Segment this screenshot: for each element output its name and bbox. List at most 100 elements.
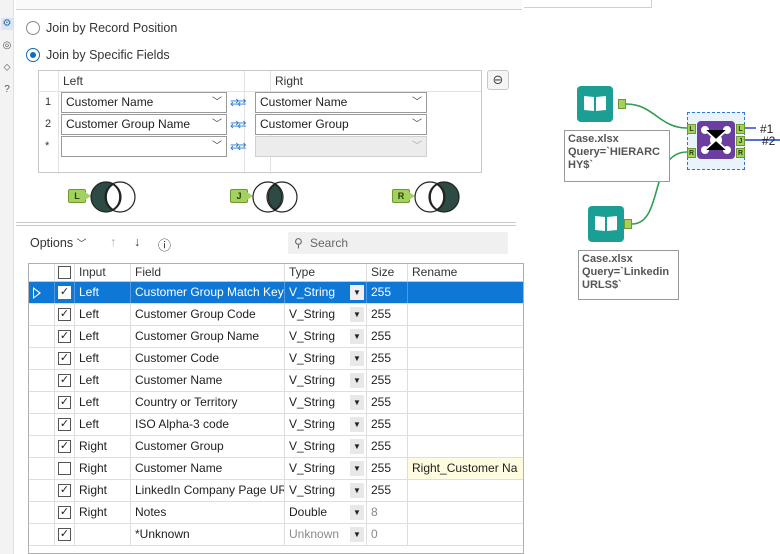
info-icon[interactable]: ⓘ [158, 235, 171, 254]
rename-cell[interactable] [408, 348, 523, 369]
input-1-annotation[interactable]: Case.xlsx Query=`HIERARC HY$` [564, 130, 670, 182]
rename-cell[interactable] [408, 502, 523, 523]
type-dropdown-arrow-icon[interactable]: ▼ [350, 351, 364, 366]
rename-cell[interactable] [408, 304, 523, 325]
join-output-venn[interactable]: J [230, 180, 310, 216]
rename-cell[interactable] [408, 282, 523, 303]
table-row[interactable]: ✓ Left Customer Name V_String ▼ 255 [29, 370, 523, 392]
type-dropdown-arrow-icon[interactable]: ▼ [350, 285, 364, 300]
join-j-output-anchor[interactable]: J [736, 136, 745, 146]
annotation-icon[interactable]: ◎ [1, 40, 13, 52]
field-include-checkbox[interactable]: ✓ [58, 528, 71, 541]
join-by-fields-radio[interactable] [26, 48, 40, 62]
field-include-checkbox[interactable] [58, 462, 71, 475]
field-include-checkbox[interactable]: ✓ [58, 374, 71, 387]
move-up-arrow-icon[interactable]: ↑ [110, 235, 116, 249]
type-cell[interactable]: V_String ▼ [285, 414, 367, 435]
rename-cell[interactable] [408, 414, 523, 435]
field-column-header[interactable]: Field [131, 264, 285, 281]
join-by-fields-option[interactable]: Join by Specific Fields [26, 48, 170, 62]
field-include-checkbox[interactable]: ✓ [58, 484, 71, 497]
join-r-output-anchor[interactable]: R [736, 148, 745, 158]
type-dropdown-arrow-icon[interactable]: ▼ [350, 483, 364, 498]
type-cell[interactable]: V_String ▼ [285, 392, 367, 413]
rename-cell[interactable] [408, 370, 523, 391]
field-include-checkbox[interactable]: ✓ [58, 330, 71, 343]
field-include-checkbox[interactable]: ✓ [58, 440, 71, 453]
type-dropdown-arrow-icon[interactable]: ▼ [350, 461, 364, 476]
size-cell[interactable]: 255 [367, 480, 408, 501]
type-cell[interactable]: Double ▼ [285, 502, 367, 523]
type-cell[interactable]: V_String ▼ [285, 326, 367, 347]
workflow-canvas[interactable]: Case.xlsx Query=`HIERARC HY$` Case.xlsx … [524, 0, 780, 554]
rename-cell[interactable] [408, 524, 523, 545]
size-cell[interactable]: 255 [367, 370, 408, 391]
right-output-venn[interactable]: R [392, 180, 472, 216]
type-dropdown-arrow-icon[interactable]: ▼ [350, 329, 364, 344]
table-row[interactable]: ✓ Left Customer Group Code V_String ▼ 255 [29, 304, 523, 326]
type-cell[interactable]: V_String ▼ [285, 458, 367, 479]
size-cell[interactable]: 255 [367, 348, 408, 369]
type-cell[interactable]: V_String ▼ [285, 370, 367, 391]
input-2-output-anchor[interactable] [624, 219, 632, 229]
type-cell[interactable]: V_String ▼ [285, 436, 367, 457]
table-row[interactable]: ✓ Right Customer Group V_String ▼ 255 [29, 436, 523, 458]
type-cell[interactable]: V_String ▼ [285, 304, 367, 325]
join-by-position-option[interactable]: Join by Record Position [26, 21, 177, 35]
field-include-checkbox[interactable]: ✓ [58, 418, 71, 431]
rename-cell[interactable] [408, 392, 523, 413]
join-left-input-anchor[interactable]: L [687, 124, 696, 134]
input-data-tool-2[interactable] [588, 206, 624, 242]
table-row[interactable]: ✓ Left Customer Group Match Key V_String ▼ 25… [29, 282, 523, 304]
left-field-select[interactable]: Customer Group Name ﹀ [61, 114, 227, 135]
left-field-select[interactable]: Customer Name ﹀ [61, 92, 227, 113]
input-2-annotation[interactable]: Case.xlsx Query=`Linkedin URLS$` [578, 250, 679, 300]
size-cell[interactable]: 255 [367, 414, 408, 435]
table-row[interactable]: Right Customer Name V_String ▼ 255 Right_Cust… [29, 458, 523, 480]
join-by-position-radio[interactable] [26, 21, 40, 35]
field-include-checkbox[interactable]: ✓ [58, 308, 71, 321]
type-dropdown-arrow-icon[interactable]: ▼ [350, 307, 364, 322]
remove-row-button[interactable]: ⊖ [487, 70, 509, 90]
table-row[interactable]: ✓ *Unknown Unknown ▼ 0 [29, 524, 523, 546]
size-cell[interactable]: 8 [367, 502, 408, 523]
type-dropdown-arrow-icon[interactable]: ▼ [350, 505, 364, 520]
rename-cell[interactable] [408, 480, 523, 501]
help-icon[interactable]: ? [1, 84, 13, 96]
size-cell[interactable]: 255 [367, 282, 408, 303]
type-cell[interactable]: V_String ▼ [285, 480, 367, 501]
type-dropdown-arrow-icon[interactable]: ▼ [350, 417, 364, 432]
move-down-arrow-icon[interactable]: ↓ [134, 235, 140, 249]
table-row[interactable]: ✓ Right Notes Double ▼ 8 [29, 502, 523, 524]
size-cell[interactable]: 255 [367, 458, 408, 479]
type-cell[interactable]: V_String ▼ [285, 282, 367, 303]
left-output-venn[interactable]: L [68, 180, 148, 216]
swap-arrows-icon[interactable]: ⇄⇄ [230, 96, 247, 109]
size-cell[interactable]: 255 [367, 436, 408, 457]
rename-cell[interactable]: Right_Customer Na [408, 458, 523, 479]
field-include-checkbox[interactable]: ✓ [58, 286, 71, 299]
table-row[interactable]: ✓ Left Customer Group Name V_String ▼ 255 [29, 326, 523, 348]
input-data-tool-1[interactable] [577, 86, 613, 122]
configuration-gear-icon[interactable]: ⚙ [1, 18, 13, 30]
type-dropdown-arrow-icon[interactable]: ▼ [350, 439, 364, 454]
size-cell[interactable]: 255 [367, 326, 408, 347]
left-field-select[interactable]: ﹀ [61, 136, 227, 157]
input-1-output-anchor[interactable] [618, 99, 626, 109]
size-cell[interactable]: 0 [367, 524, 408, 545]
type-cell[interactable]: Unknown ▼ [285, 524, 367, 545]
tag-icon[interactable]: ⬦ [1, 62, 13, 74]
size-cell[interactable]: 255 [367, 304, 408, 325]
size-column-header[interactable]: Size [367, 264, 408, 281]
input-column-header[interactable]: Input [75, 264, 131, 281]
field-include-checkbox[interactable]: ✓ [58, 396, 71, 409]
join-tool[interactable]: L R L J R [687, 112, 745, 170]
right-field-select[interactable]: Customer Group ﹀ [255, 114, 427, 135]
type-cell[interactable]: V_String ▼ [285, 348, 367, 369]
type-column-header[interactable]: Type [285, 264, 367, 281]
field-include-checkbox[interactable]: ✓ [58, 506, 71, 519]
type-dropdown-arrow-icon[interactable]: ▼ [350, 527, 364, 542]
swap-arrows-icon[interactable]: ⇄⇄ [230, 118, 247, 131]
right-field-select[interactable]: Customer Name ﹀ [255, 92, 427, 113]
swap-arrows-icon[interactable]: ⇄⇄ [230, 140, 247, 153]
